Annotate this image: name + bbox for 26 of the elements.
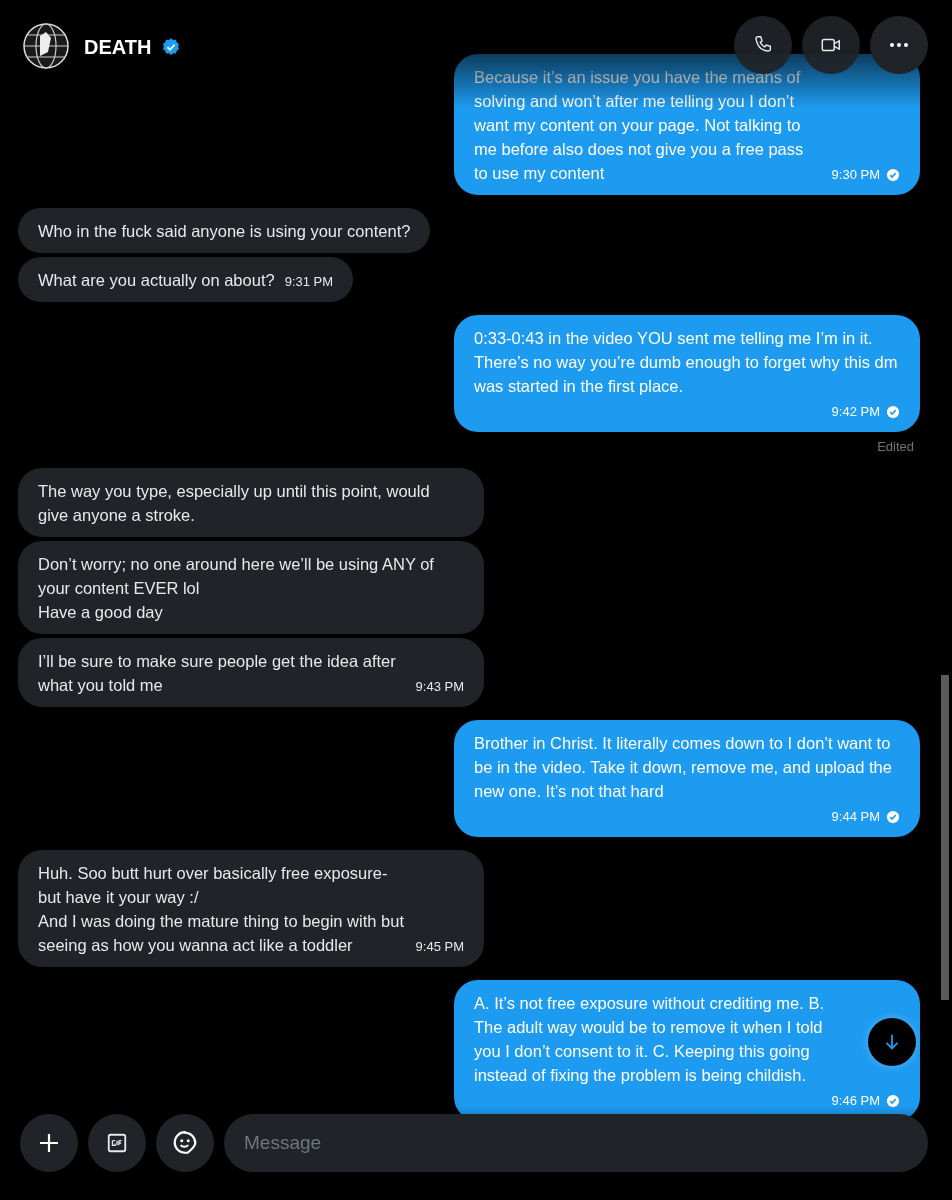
message-text: Don’t worry; no one around here we’ll be using ANY of your content EVER lol Have a good day <box>38 554 435 623</box>
message-time: 9:43 PM <box>415 678 464 696</box>
globe-icon <box>22 22 70 70</box>
message-text: Huh. Soo butt hurt over basically free exposure- but have it your way :/ And I was doing the mature thing to begin with but seeing as how you wanna act like a toddler <box>38 863 405 956</box>
message-text: A. It’s not free exposure without crediting me. B. The adult way would be to remove it when I told you I don’t consent to it. C. Keeping this going instead of fixing the problem is being childish. <box>474 993 826 1086</box>
message-text: I’ll be sure to make sure people get the idea after what you told me <box>38 651 397 696</box>
smiley-sticker-icon <box>172 1130 198 1156</box>
message-text: Because it’s an issue you have the means of solving and won’t after me telling you I don’t want my content on your page. Not talking to me before also does not give you a free pass to use my content <box>474 67 805 184</box>
scrollbar-thumb[interactable] <box>941 675 949 1000</box>
gif-icon <box>106 1132 128 1154</box>
message-text: Who in the fuck said anyone is using your content? <box>38 221 411 242</box>
edited-label: Edited <box>877 439 914 454</box>
message-time: 9:31 PM <box>284 273 334 291</box>
message-time: 9:44 PM <box>831 807 900 827</box>
message-time: 9:30 PM <box>831 165 900 185</box>
message-text: What are you actually on about? <box>38 270 275 291</box>
plus-icon <box>37 1131 61 1155</box>
message-time: 9:45 PM <box>415 938 464 956</box>
contact-name: DEATH <box>84 36 152 59</box>
more-icon <box>890 43 908 47</box>
message-input[interactable]: Message <box>224 1114 928 1172</box>
message-text: Brother in Christ. It literally comes down to I don’t want to be in the video. Take it down, remove me, and upload the new one. It’s not that hard <box>474 733 893 802</box>
message-text: 0:33-0:43 in the video YOU sent me telling me I’m in it. There’s no way you’re dumb enough to forget why this dm was started in the first place. <box>474 328 899 397</box>
message-time: 9:46 PM <box>831 1091 900 1111</box>
message-text: The way you type, especially up until this point, would give anyone a stroke. <box>38 481 431 526</box>
message-time: 9:42 PM <box>831 402 900 422</box>
